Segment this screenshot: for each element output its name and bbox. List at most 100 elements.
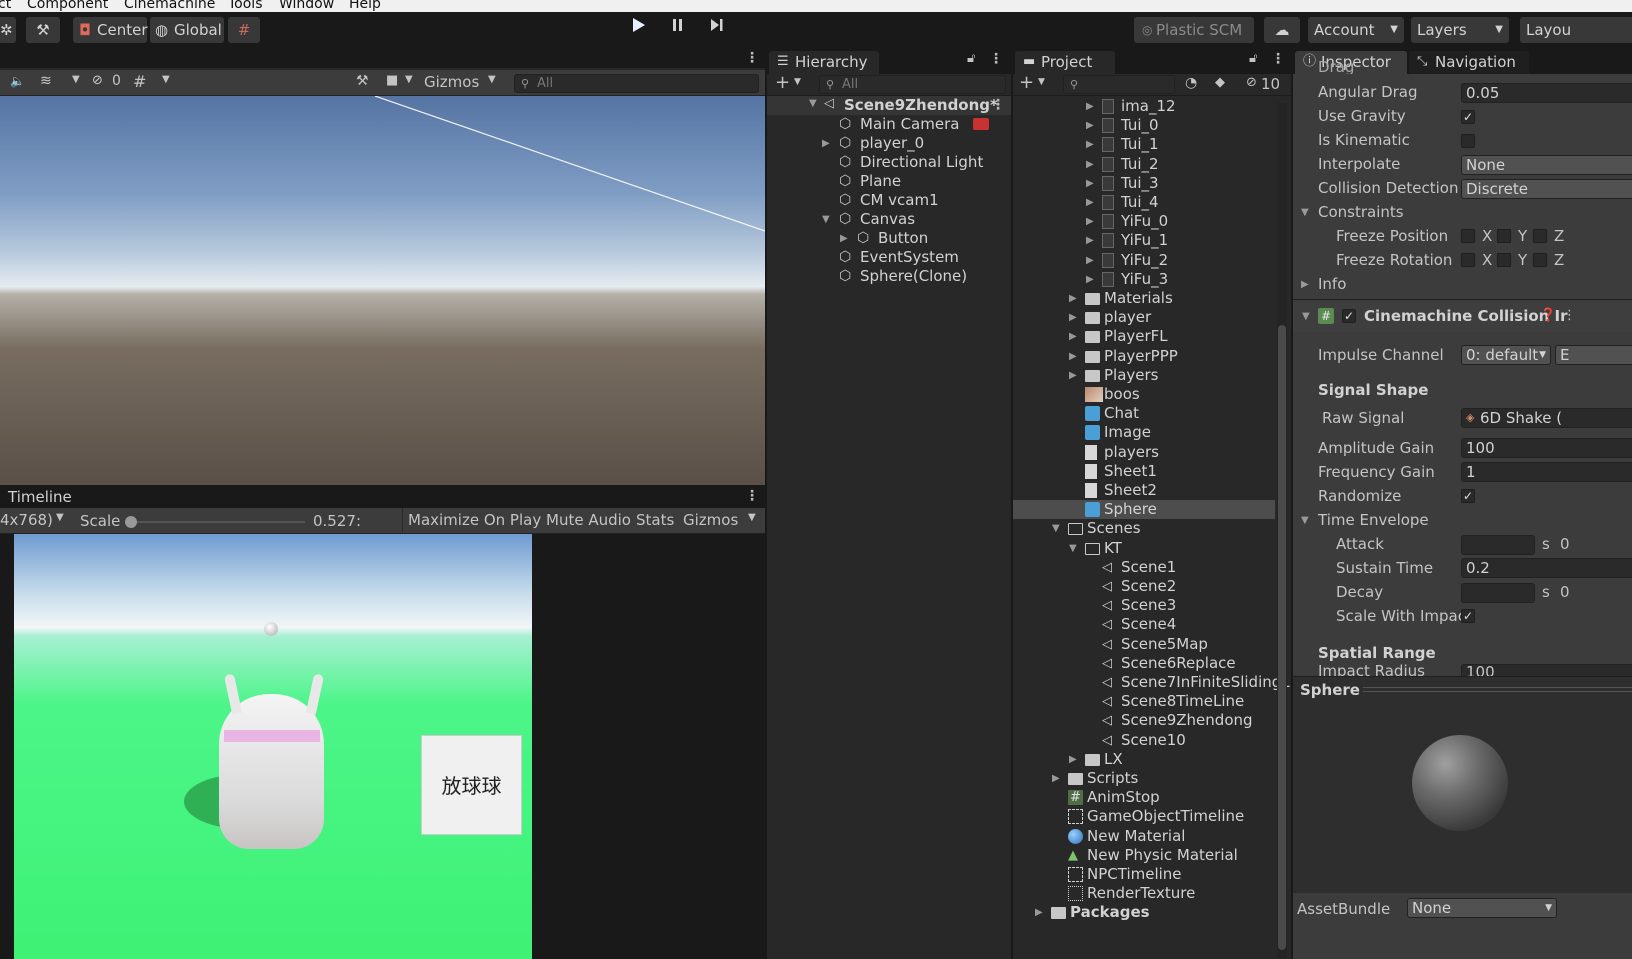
component-enabled-checkbox[interactable]: ✓ [1342,309,1356,323]
plastic-scm-button[interactable]: ◎ Plastic SCM [1134,17,1254,43]
project-item[interactable]: ◁ Scene6Replace [1013,654,1275,673]
view-tool-button[interactable]: ✲ [0,17,16,43]
scene-search-input[interactable]: ⚲ All [514,74,759,93]
add-icon[interactable]: + [775,72,790,93]
project-item[interactable]: ◁ Scene5Map [1013,635,1275,654]
scene-viewport[interactable] [0,96,765,485]
hierarchy-item[interactable]: ⬡ Plane [767,172,1011,191]
project-item[interactable]: GameObjectTimeline [1013,807,1275,826]
scale-slider-track[interactable] [130,521,305,523]
grid-icon[interactable]: # [133,72,146,91]
project-item[interactable]: # AnimStop [1013,788,1275,807]
project-item[interactable]: ▶ PlayerFL [1013,327,1275,346]
freeze-rotation-z-checkbox[interactable] [1533,253,1547,267]
hierarchy-item[interactable]: ⬡ CM vcam1 [767,191,1011,210]
project-item[interactable]: ◁ Scene8TimeLine [1013,692,1275,711]
project-item[interactable]: ▶ Tui_0 [1013,116,1275,135]
expand-arrow-icon[interactable]: ▼ [1052,519,1060,538]
game-viewport[interactable]: 放球球 [14,534,532,959]
scale-with-impact-checkbox[interactable]: ✓ [1461,609,1475,623]
project-scrollbar-thumb[interactable] [1278,325,1286,950]
project-item[interactable]: ▶ PlayerPPP [1013,347,1275,366]
project-item[interactable]: ◁ Scene4 [1013,615,1275,634]
project-item[interactable]: ▶ YiFu_2 [1013,251,1275,270]
project-item[interactable]: ▶ Players [1013,366,1275,385]
expand-arrow-icon[interactable]: ▼ [1302,311,1310,322]
project-item[interactable]: Image [1013,423,1275,442]
chevron-down-icon[interactable]: ▼ [488,74,496,85]
hierarchy-item[interactable]: ⬡ EventSystem [767,248,1011,267]
hierarchy-item[interactable]: ▼ ⬡ Canvas [767,210,1011,229]
project-item[interactable]: Sheet1 [1013,462,1275,481]
scale-slider-thumb[interactable] [125,516,137,528]
chevron-down-icon[interactable]: ▼ [794,77,801,87]
decay-curve-field[interactable] [1461,583,1535,603]
scene-header-row[interactable]: ▼ ◁ Scene9Zhendong* ⋮ [767,96,1011,115]
custom-tool-button[interactable]: ⚒ [26,17,60,43]
collapse-arrow-icon[interactable]: ▶ [840,229,848,248]
freeze-position-y-checkbox[interactable] [1497,229,1511,243]
project-item[interactable]: boos [1013,385,1275,404]
menu-help[interactable]: Help [349,0,381,12]
more-options-icon[interactable]: ⋮ [745,50,759,66]
maximize-on-play-toggle[interactable]: Maximize On Play [408,511,541,529]
attack-time-value[interactable]: 0 [1560,535,1570,553]
collapse-arrow-icon[interactable]: ▶ [1086,135,1094,154]
tab-navigation[interactable]: ⤡ Navigation [1409,51,1529,74]
decay-time-value[interactable]: 0 [1560,583,1570,601]
tab-project[interactable]: ▬ Project [1015,51,1115,74]
effects-toggle-icon[interactable]: ≋ [40,73,52,89]
project-item[interactable]: ▶ YiFu_3 [1013,270,1275,289]
impact-radius-field[interactable]: 100 [1461,664,1632,676]
impulse-channel-dropdown[interactable]: 0: default ▼ [1461,345,1551,365]
freeze-rotation-x-checkbox[interactable] [1461,253,1475,267]
chevron-down-icon[interactable]: ▼ [56,512,64,523]
help-icon[interactable]: ❓ [1540,308,1556,323]
sustain-time-field[interactable]: 0.2 [1461,558,1632,578]
account-dropdown[interactable]: Account ▼ [1308,17,1404,43]
hierarchy-item[interactable]: ⬡ Main Camera [767,115,1011,134]
collapse-arrow-icon[interactable]: ▶ [1086,155,1094,174]
project-item[interactable]: Sheet2 [1013,481,1275,500]
collapse-arrow-icon[interactable]: ▶ [1069,327,1077,346]
collapse-arrow-icon[interactable]: ▶ [1086,231,1094,250]
expand-arrow-icon[interactable]: ▼ [1301,207,1309,218]
collapse-arrow-icon[interactable]: ▶ [1086,270,1094,289]
impulse-channel-edit-button[interactable]: E [1555,345,1632,365]
game-gizmos-toggle[interactable]: Gizmos [683,511,738,529]
project-item[interactable]: ◁ Scene10 [1013,731,1275,750]
project-item[interactable]: ▶ YiFu_0 [1013,212,1275,231]
menu-component[interactable]: Component [27,0,108,12]
hierarchy-item[interactable]: ▶ ⬡ player_0 [767,134,1011,153]
collapse-arrow-icon[interactable]: ▶ [1069,289,1077,308]
lock-icon[interactable]: 🔓︎ [967,51,975,66]
collapse-arrow-icon[interactable]: ▶ [1301,279,1309,290]
collision-detection-dropdown[interactable]: Discrete [1461,179,1632,199]
tab-timeline[interactable]: Timeline [0,486,72,508]
project-item[interactable]: ▶ Scripts [1013,769,1275,788]
randomize-checkbox[interactable]: ✓ [1461,489,1475,503]
tools-icon[interactable]: ⚒ [356,73,369,89]
layers-dropdown[interactable]: Layers ▼ [1411,17,1509,43]
project-item[interactable]: ▶ player [1013,308,1275,327]
collapse-arrow-icon[interactable]: ▶ [822,134,830,153]
collapse-arrow-icon[interactable]: ▶ [1086,116,1094,135]
project-item[interactable]: NPCTimeline [1013,865,1275,884]
freeze-rotation-y-checkbox[interactable] [1497,253,1511,267]
project-item[interactable]: players [1013,443,1275,462]
camera-icon[interactable]: ■ [386,73,398,88]
expand-arrow-icon[interactable]: ▼ [809,98,817,109]
info-foldout-label[interactable]: Info [1318,273,1346,295]
project-search-input[interactable]: ⚲ [1063,75,1175,94]
freeze-position-x-checkbox[interactable] [1461,229,1475,243]
resolution-dropdown[interactable]: 4x768) [0,511,53,529]
layout-dropdown[interactable]: Layou [1520,17,1632,43]
project-item[interactable]: ▶ Tui_3 [1013,174,1275,193]
expand-arrow-icon[interactable]: ▼ [1301,515,1309,526]
collapse-arrow-icon[interactable]: ▶ [1086,174,1094,193]
project-item[interactable]: RenderTexture [1013,884,1275,903]
grid-snap-button[interactable]: # [228,17,260,43]
preview-header[interactable]: Sphere [1293,676,1632,703]
project-item[interactable]: ▶ Tui_4 [1013,193,1275,212]
stats-toggle[interactable]: Stats [636,511,674,529]
